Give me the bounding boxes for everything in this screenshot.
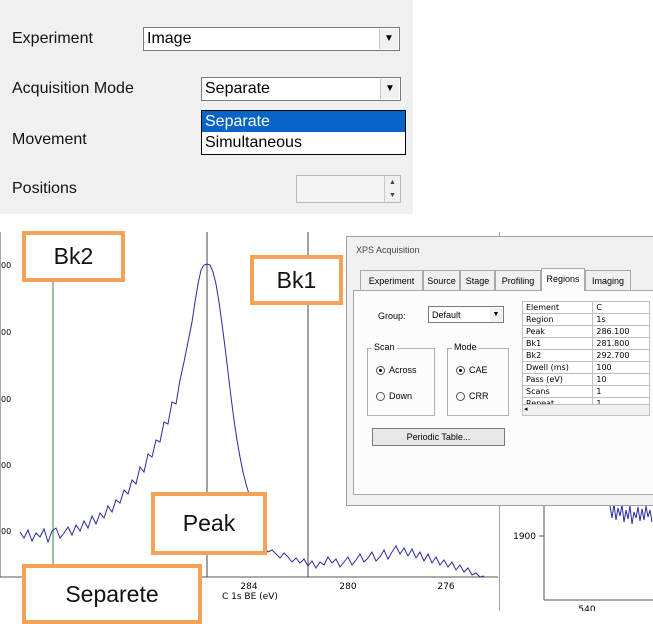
chevron-down-icon[interactable]: ▼ [490,308,502,321]
dropdown-option-simultaneous[interactable]: Simultaneous [202,132,405,153]
table-cell[interactable]: 1s [592,313,650,326]
mode-group: Mode CAE CRR [447,342,509,416]
secondary-plot-line [609,503,653,525]
tab-profiling[interactable]: Profiling [495,270,541,290]
acquisition-mode-combo[interactable]: Separate ▼ [201,77,401,101]
positions-spinner[interactable]: ▲ ▼ [296,175,401,203]
annotation-bk1: Bk1 [250,255,343,305]
group-combo[interactable]: Default ▼ [428,306,504,323]
periodic-table-button[interactable]: Periodic Table... [372,428,505,446]
radio-across-label: Across [389,365,417,375]
radio-crr[interactable]: CRR [456,391,489,402]
table-cell[interactable]: 292.700 [592,349,650,362]
table-row[interactable]: Bk1 281.800 [521,337,650,350]
table-cell[interactable]: 1 [592,385,650,398]
tab-imaging[interactable]: Imaging [585,270,631,290]
x-axis-label: C 1s BE (eV) [222,592,278,602]
table-row[interactable]: Element C [521,301,650,314]
acquisition-mode-dropdown: Separate Simultaneous [201,110,406,155]
y-tick-label: 00 [1,395,11,404]
radio-down-label: Down [389,391,413,401]
xps-acquisition-dialog: XPS Acquisition Experiment Source Stage … [346,236,653,506]
radio-icon[interactable] [376,392,385,402]
table-cell: Peak [521,325,594,338]
table-cell: Element [521,301,594,314]
table-row[interactable]: Scans 1 [521,385,650,398]
dropdown-option-separate[interactable]: Separate [202,111,405,132]
experiment-label: Experiment [12,30,93,47]
mode-group-label: Mode [452,342,479,352]
regions-table: Element C Region 1s Peak 286.100 Bk1 281.800… [521,301,650,410]
tab-source[interactable]: Source [423,270,460,290]
spin-down-icon[interactable]: ▼ [384,189,400,202]
radio-across[interactable]: Across [376,365,417,376]
radio-selected-icon[interactable] [456,366,465,376]
acquisition-mode-label: Acquisition Mode [12,80,134,97]
radio-down[interactable]: Down [376,391,413,402]
scan-group: Scan Across Down [367,342,435,416]
annotation-separete: Separete [22,564,202,624]
secondary-plot: 1900 540 [506,500,653,615]
scan-group-label: Scan [372,342,397,352]
table-cell: Scans [521,385,594,398]
regions-tab-panel: Group: Default ▼ Scan Across Down Mode C… [353,290,653,495]
x-tick-label: 276 [437,582,454,592]
y-tick-label: 1900 [513,532,536,542]
table-cell[interactable]: 10 [592,373,650,386]
table-cell[interactable]: 286.100 [592,325,650,338]
y-tick-label: 00 [1,328,11,337]
radio-icon[interactable] [456,392,465,402]
tab-experiment[interactable]: Experiment [360,270,423,290]
table-row[interactable]: Bk2 292.700 [521,349,650,362]
tab-stage[interactable]: Stage [460,270,495,290]
x-tick-label: 284 [240,582,257,592]
acquisition-mode-value: Separate [205,80,270,97]
table-cell[interactable]: 100 [592,361,650,374]
annotation-peak: Peak [151,492,267,555]
table-cell: Region [521,313,594,326]
y-tick-label: 00 [1,461,11,470]
table-row[interactable]: Pass (eV) 10 [521,373,650,386]
table-cell: Pass (eV) [521,373,594,386]
table-row[interactable]: Region 1s [521,313,650,326]
table-cell[interactable]: C [592,301,650,314]
positions-label: Positions [12,180,77,197]
group-label: Group: [378,311,406,321]
table-cell: Dwell (ms) [521,361,594,374]
scroll-left-icon[interactable]: ◂ [524,405,528,415]
table-cell: Bk1 [521,337,594,350]
x-tick-label: 280 [339,582,356,592]
y-tick-label: 00 [1,261,11,270]
table-row[interactable]: Peak 286.100 [521,325,650,338]
radio-cae[interactable]: CAE [456,365,488,376]
table-row[interactable]: Dwell (ms) 100 [521,361,650,374]
radio-crr-label: CRR [469,391,489,401]
chevron-down-icon[interactable]: ▼ [379,29,398,49]
group-value: Default [432,310,461,320]
radio-cae-label: CAE [469,365,488,375]
x-tick-label: 540 [578,605,595,611]
annotation-bk2: Bk2 [22,231,125,282]
acquisition-settings-panel: Experiment Image ▼ Acquisition Mode Sepa… [0,0,413,214]
secondary-plot-svg: 1900 540 [513,500,653,615]
table-cell[interactable]: 281.800 [592,337,650,350]
experiment-combo[interactable]: Image ▼ [143,27,400,51]
y-tick-label: 00 [1,527,11,536]
movement-label: Movement [12,131,87,148]
tab-regions[interactable]: Regions [541,268,585,291]
spin-up-icon[interactable]: ▲ [384,176,400,189]
table-cell: Bk2 [521,349,594,362]
dialog-title: XPS Acquisition [356,245,420,255]
chevron-down-icon[interactable]: ▼ [380,79,399,99]
radio-selected-icon[interactable] [376,366,385,376]
experiment-value: Image [147,30,192,47]
table-horizontal-scrollbar[interactable]: ◂ [522,404,650,416]
